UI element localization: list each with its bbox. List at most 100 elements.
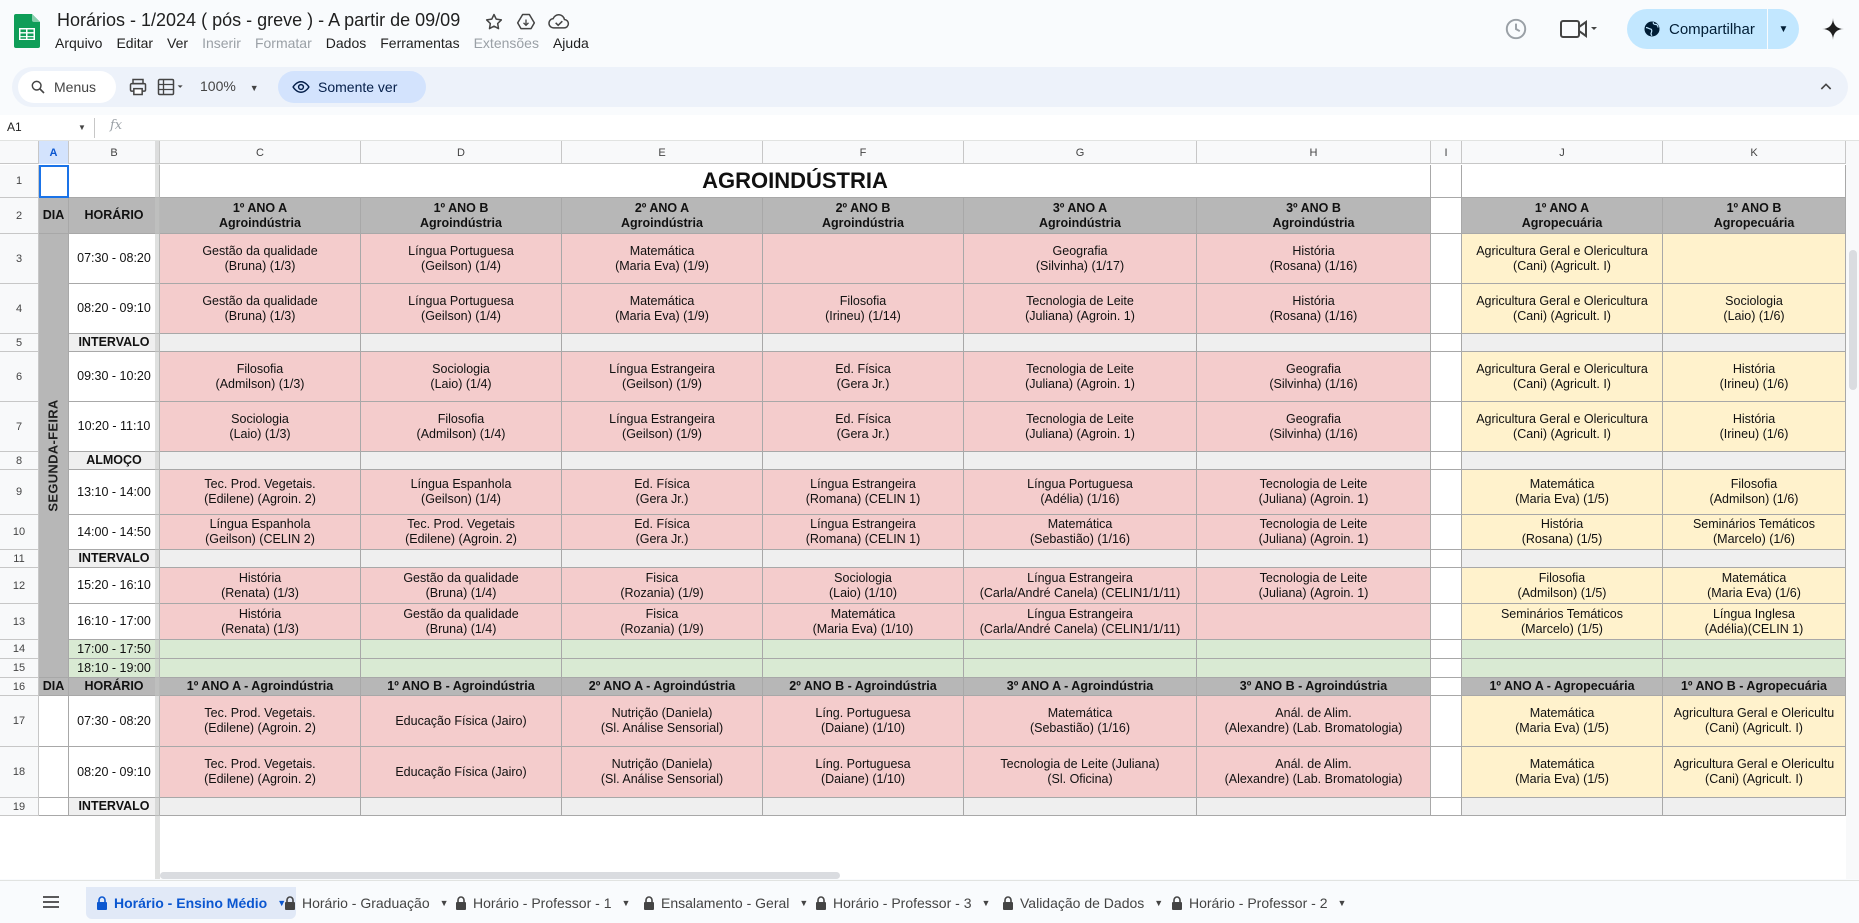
time-cell[interactable]: 15:20 - 16:10 [69, 568, 160, 604]
class-header-2[interactable]: 1º ANO A - Agropecuária [1462, 678, 1663, 696]
column-header-C[interactable]: C [160, 141, 361, 164]
schedule-cell[interactable]: Filosofia (Admilson) (1/5) [1462, 568, 1663, 604]
schedule-cell[interactable]: Líng. Portuguesa (Daiane) (1/10) [763, 696, 964, 747]
row-header-10[interactable]: 10 [0, 515, 39, 550]
schedule-cell[interactable] [763, 550, 964, 568]
sheet-tab[interactable]: Horário - Professor - 1 ▼ [445, 887, 640, 919]
menu-ver[interactable]: Ver [167, 35, 196, 51]
spacer-cell-I[interactable] [1431, 696, 1462, 747]
schedule-cell[interactable] [1462, 550, 1663, 568]
class-header-2[interactable]: 2º ANO B - Agroindústria [763, 678, 964, 696]
schedule-cell[interactable] [964, 452, 1197, 470]
header-horario[interactable]: HORÁRIO [69, 198, 160, 234]
schedule-cell[interactable] [964, 334, 1197, 352]
schedule-cell[interactable] [160, 798, 361, 816]
schedule-cell[interactable]: Língua Estrangeira (Carla/André Canela) (… [964, 604, 1197, 640]
schedule-cell[interactable]: Matemática (Maria Eva) (1/6) [1663, 568, 1846, 604]
schedule-cell[interactable]: Gestão da qualidade (Bruna) (1/3) [160, 284, 361, 334]
menu-editar[interactable]: Editar [116, 35, 161, 51]
schedule-cell[interactable] [1462, 334, 1663, 352]
gemini-sparkle-icon[interactable] [1821, 17, 1845, 41]
schedule-cell[interactable] [1462, 452, 1663, 470]
header-dia[interactable]: DIA [39, 198, 69, 234]
sheet-tab[interactable]: Horário - Graduação ▼ [274, 887, 459, 919]
schedule-cell[interactable]: História (Rosana) (1/5) [1462, 515, 1663, 550]
schedule-cell[interactable]: Sociologia (Laio) (1/4) [361, 352, 562, 402]
sheet-tab[interactable]: Validação de Dados ▼ [992, 887, 1173, 919]
schedule-cell[interactable] [1197, 604, 1431, 640]
sheet-tab-chevron-icon[interactable]: ▼ [621, 898, 630, 908]
schedule-cell[interactable] [1663, 659, 1846, 678]
spacer-cell-I[interactable] [1431, 515, 1462, 550]
schedule-cell[interactable]: Geografia (Silvinha) (1/16) [1197, 402, 1431, 452]
schedule-cell[interactable]: Geografia (Silvinha) (1/16) [1197, 352, 1431, 402]
time-cell[interactable]: 07:30 - 08:20 [69, 696, 160, 747]
schedule-cell[interactable]: Tec. Prod. Vegetais. (Edilene) (Agroin. 2… [160, 470, 361, 515]
time-cell[interactable]: INTERVALO [69, 798, 160, 816]
schedule-cell[interactable]: Líng. Portuguesa (Daiane) (1/10) [763, 747, 964, 798]
schedule-cell[interactable]: Nutrição (Daniela) (Sl. Análise Sensorial… [562, 696, 763, 747]
sheets-logo-icon[interactable] [14, 14, 40, 48]
schedule-cell[interactable]: Tecnologia de Leite (Juliana) (Agroin. 1) [1197, 568, 1431, 604]
row-header-13[interactable]: 13 [0, 604, 39, 640]
schedule-cell[interactable]: História (Renata) (1/3) [160, 568, 361, 604]
cell-I1[interactable] [1431, 165, 1462, 198]
time-cell[interactable]: 13:10 - 14:00 [69, 470, 160, 515]
schedule-cell[interactable]: Gestão da qualidade (Bruna) (1/4) [361, 568, 562, 604]
schedule-cell[interactable]: Língua Portuguesa (Geilson) (1/4) [361, 234, 562, 284]
menu-ferramentas[interactable]: Ferramentas [380, 35, 467, 51]
schedule-cell[interactable] [1462, 798, 1663, 816]
spreadsheet-grid[interactable]: A B C D E F G H I J K 1 2 3 4 5 6 7 8 9 10 11 12 13 14 15 16 17 18 19… [0, 141, 1846, 879]
class-header[interactable]: 2º ANO B Agroindústria [763, 198, 964, 234]
sheet-tab[interactable]: Horário - Ensino Médio ▼ [86, 887, 297, 919]
schedule-cell[interactable]: Matemática (Maria Eva) (1/5) [1462, 470, 1663, 515]
schedule-cell[interactable]: Matemática (Sebastião) (1/16) [964, 696, 1197, 747]
schedule-cell[interactable] [1663, 334, 1846, 352]
spacer-cell-I[interactable] [1431, 284, 1462, 334]
spacer-cell-I[interactable] [1431, 402, 1462, 452]
sheet-tab-chevron-icon[interactable]: ▼ [981, 898, 990, 908]
schedule-cell[interactable] [361, 452, 562, 470]
row-header-15[interactable]: 15 [0, 659, 39, 678]
cloud-saved-icon[interactable] [548, 12, 570, 32]
class-header[interactable]: 1º ANO B Agropecuária [1663, 198, 1846, 234]
name-box-chevron-icon[interactable]: ▼ [78, 123, 86, 132]
schedule-cell[interactable]: Ed. Física (Gera Jr.) [763, 352, 964, 402]
column-header-E[interactable]: E [562, 141, 763, 164]
schedule-cell[interactable] [763, 640, 964, 659]
row-header-8[interactable]: 8 [0, 452, 39, 470]
schedule-cell[interactable] [562, 334, 763, 352]
schedule-cell[interactable] [1197, 550, 1431, 568]
schedule-cell[interactable]: Anál. de Alim. (Alexandre) (Lab. Bromatol… [1197, 696, 1431, 747]
vertical-scrollbar-thumb[interactable] [1849, 250, 1857, 390]
schedule-cell[interactable] [1663, 640, 1846, 659]
cell-I16[interactable] [1431, 678, 1462, 696]
time-cell[interactable]: 18:10 - 19:00 [69, 659, 160, 678]
share-dropdown-chevron-icon[interactable]: ▼ [1768, 24, 1799, 35]
schedule-cell[interactable]: Seminários Temáticos (Marcelo) (1/5) [1462, 604, 1663, 640]
spacer-cell-I[interactable] [1431, 550, 1462, 568]
spacer-cell-I[interactable] [1431, 470, 1462, 515]
schedule-cell[interactable]: História (Renata) (1/3) [160, 604, 361, 640]
schedule-cell[interactable]: Matemática (Sebastião) (1/16) [964, 515, 1197, 550]
sheet-tab[interactable]: Horário - Professor - 2 ▼ [1161, 887, 1356, 919]
schedule-cell[interactable] [763, 234, 964, 284]
schedule-cell[interactable]: Ed. Física (Gera Jr.) [562, 470, 763, 515]
schedule-cell[interactable]: Ed. Física (Gera Jr.) [562, 515, 763, 550]
schedule-cell[interactable]: Agricultura Geral e Olericultu (Cani) (Ag… [1663, 747, 1846, 798]
header-horario-2[interactable]: HORÁRIO [69, 678, 160, 696]
schedule-cell[interactable] [160, 334, 361, 352]
row-header-18[interactable]: 18 [0, 747, 39, 798]
schedule-cell[interactable] [964, 640, 1197, 659]
schedule-cell[interactable] [763, 452, 964, 470]
schedule-cell[interactable]: Gestão da qualidade (Bruna) (1/4) [361, 604, 562, 640]
day-label-cell[interactable]: SEGUNDA-FEIRA [39, 234, 69, 678]
schedule-cell[interactable] [1197, 640, 1431, 659]
schedule-cell[interactable]: História (Irineu) (1/6) [1663, 402, 1846, 452]
schedule-cell[interactable]: Nutrição (Daniela) (Sl. Análise Sensorial… [562, 747, 763, 798]
schedule-cell[interactable]: Agricultura Geral e Olericultura (Cani) (… [1462, 402, 1663, 452]
class-header[interactable]: 3º ANO B Agroindústria [1197, 198, 1431, 234]
schedule-cell[interactable] [562, 798, 763, 816]
sheet-title[interactable]: AGROINDÚSTRIA [160, 165, 1431, 198]
schedule-cell[interactable]: Matemática (Maria Eva) (1/5) [1462, 696, 1663, 747]
